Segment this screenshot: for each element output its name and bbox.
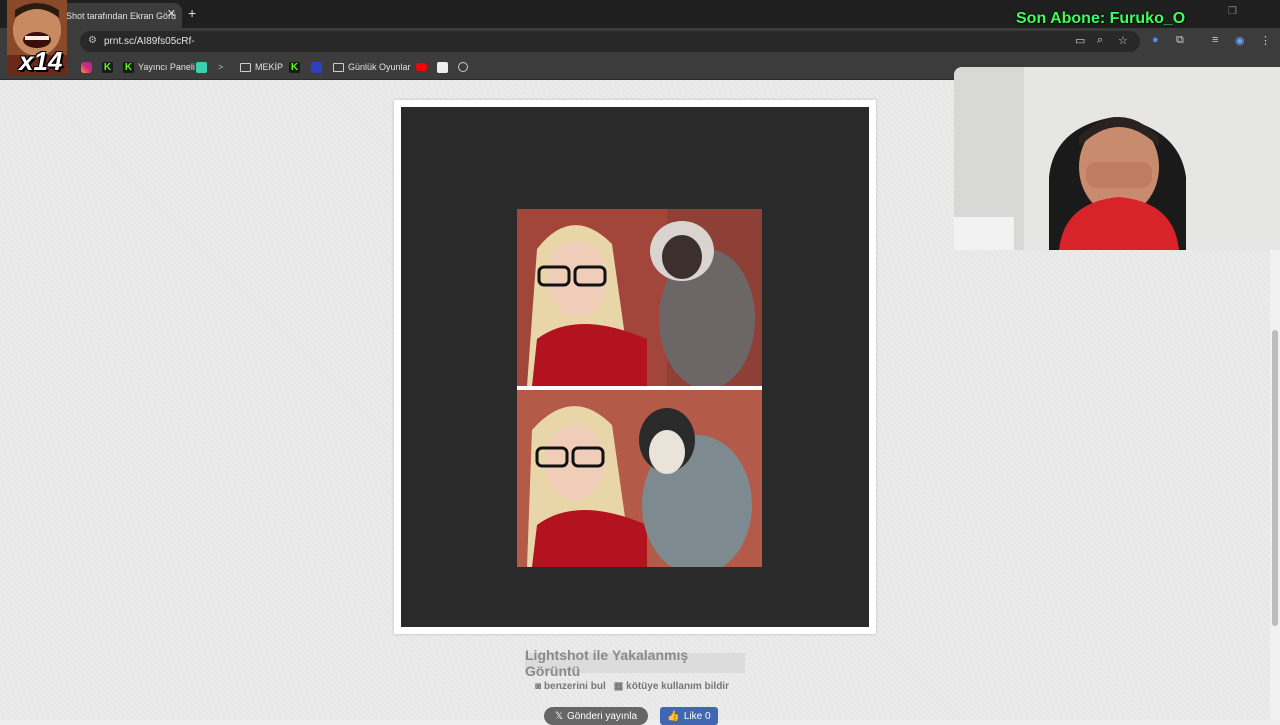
bookmark-app-2[interactable] — [311, 60, 326, 74]
app-icon — [311, 61, 322, 73]
reading-list-icon[interactable]: ≡ — [1212, 34, 1218, 46]
bookmark-instagram[interactable] — [81, 60, 96, 74]
kick-icon: K — [289, 61, 300, 73]
site-settings-icon[interactable]: ⚙ — [88, 35, 97, 46]
emote-multiplier: x14 — [19, 46, 63, 76]
youtube-icon — [416, 63, 427, 71]
scrollbar-thumb[interactable] — [1272, 330, 1278, 626]
find-similar-link[interactable]: ◙ benzerini bul — [535, 681, 606, 692]
bookmark-label: MEKİP — [255, 62, 284, 72]
bookmark-arrow[interactable]: > — [218, 60, 233, 74]
menu-icon[interactable]: ⋮ — [1260, 34, 1271, 47]
cast-icon[interactable]: ▭ — [1075, 34, 1085, 47]
tab-title: Shot tarafından Ekran Görü — [66, 10, 177, 21]
post-to-x-button[interactable]: 𝕏 Gönderi yayınla — [544, 707, 648, 725]
gamepad-icon — [437, 61, 448, 73]
address-bar[interactable]: ⚙ prnt.sc/AI89fs05cRf- — [80, 31, 1140, 52]
profile-avatar[interactable]: ◉ — [1235, 34, 1245, 47]
arrow-icon: > — [218, 61, 224, 72]
emote-overlay: x14 — [7, 0, 67, 76]
woman-with-monkey-photo — [517, 209, 762, 386]
meme-panel-top — [517, 209, 762, 386]
last-subscriber-text: Son Abone: Furuko_O — [1016, 10, 1186, 27]
instagram-icon — [81, 61, 92, 73]
woman-with-vervet-photo — [517, 390, 762, 567]
screenshot-frame — [394, 100, 876, 634]
bookmark-globe[interactable] — [458, 60, 472, 74]
bookmark-label: Günlük Oyunlar — [348, 62, 411, 72]
restore-window-icon[interactable]: ❐ — [1228, 6, 1237, 17]
bookmark-gamepad[interactable] — [437, 60, 452, 74]
meme-panel-bottom — [517, 390, 762, 567]
bookmark-mekip[interactable]: MEKİP — [240, 60, 283, 74]
bookmark-kick[interactable]: K — [102, 60, 117, 74]
bookmark-yayinci-paneli[interactable]: K Yayıncı Paneli — [123, 60, 195, 74]
app-icon — [196, 61, 207, 73]
tab-close-icon[interactable]: ✕ — [167, 7, 176, 20]
facebook-like-button[interactable]: 👍 Like 0 — [660, 707, 718, 725]
folder-icon — [240, 62, 251, 72]
kick-icon: K — [123, 61, 134, 73]
extension-icon[interactable]: ● — [1152, 34, 1159, 46]
zoom-icon[interactable]: ⌕ — [1097, 34, 1103, 47]
bookmark-star-icon[interactable]: ☆ — [1118, 34, 1128, 47]
report-abuse-link[interactable]: ▦ kötüye kullanım bildir — [614, 681, 729, 692]
bookmark-youtube[interactable] — [416, 60, 431, 74]
find-similar-label: benzerini bul — [544, 681, 606, 692]
webcam-overlay — [954, 67, 1280, 250]
meme-image — [517, 209, 762, 567]
screenshot-image — [401, 107, 869, 627]
bookmark-gunluk-oyunlar[interactable]: Günlük Oyunlar — [333, 60, 411, 74]
report-icon: ▦ — [613, 681, 624, 692]
browser-tab[interactable]: Shot tarafından Ekran Görü ✕ — [58, 3, 182, 28]
bookmark-kick-2[interactable]: K — [289, 60, 304, 74]
report-abuse-label: kötüye kullanım bildir — [626, 681, 729, 692]
action-links: ◙ benzerini bul ▦ kötüye kullanım bildir — [535, 681, 755, 692]
bookmark-label: Yayıncı Paneli — [138, 62, 195, 72]
folder-icon — [333, 62, 344, 72]
page-caption: Lightshot ile Yakalanmış Görüntü — [525, 647, 745, 679]
extensions-puzzle-icon[interactable]: ⧉ — [1176, 34, 1184, 47]
globe-icon — [458, 62, 468, 72]
url-text: prnt.sc/AI89fs05cRf- — [104, 36, 195, 47]
kick-icon: K — [102, 61, 113, 73]
new-tab-button[interactable]: + — [188, 5, 196, 21]
streamer-webcam — [954, 67, 1280, 250]
camera-icon: ◙ — [535, 681, 542, 692]
address-toolbar: ⚙ prnt.sc/AI89fs05cRf- ▭ ⌕ ☆ ● ⧉ ≡ ◉ ⋮ — [0, 28, 1280, 55]
bookmark-app[interactable] — [196, 60, 211, 74]
